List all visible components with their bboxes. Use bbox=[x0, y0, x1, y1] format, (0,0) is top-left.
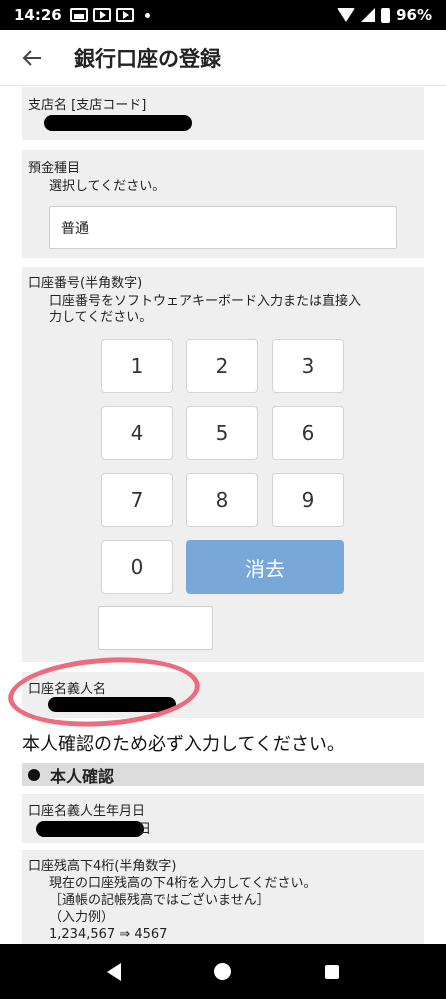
redacted-birthdate bbox=[36, 821, 144, 837]
balance-instruction-1: 現在の口座残高の下4桁を入力してください。 bbox=[49, 876, 317, 891]
youtube-notification-icon-2 bbox=[115, 8, 134, 22]
clear-button[interactable]: 消去 bbox=[186, 540, 344, 594]
status-time: 14:26 bbox=[14, 6, 62, 24]
key-5[interactable]: 5 bbox=[186, 406, 258, 460]
balance-instruction-4: 1,234,567 ⇒ 4567 bbox=[49, 927, 168, 942]
bullet-icon bbox=[28, 768, 40, 781]
battery-percent: 96% bbox=[396, 6, 432, 24]
key-6[interactable]: 6 bbox=[272, 406, 344, 460]
key-3[interactable]: 3 bbox=[272, 339, 344, 393]
branch-card: 支店名 [支店コード] bbox=[22, 87, 424, 140]
key-0[interactable]: 0 bbox=[101, 540, 173, 594]
balance-instruction-3: （入力例） bbox=[49, 910, 115, 925]
deposit-type-card: 預金種目 選択してください。 普通 bbox=[22, 150, 424, 258]
wifi-icon bbox=[337, 8, 356, 22]
account-number-label: 口座番号(半角数字) bbox=[28, 276, 143, 291]
account-number-instruction-1: 口座番号をソフトウェアキーボード入力または直接入 bbox=[49, 294, 362, 309]
birthdate-card: 口座名義人生年月日 日 bbox=[22, 794, 424, 843]
account-number-instruction-2: 力してください。 bbox=[49, 310, 153, 325]
signal-icon bbox=[361, 8, 376, 22]
account-number-input[interactable] bbox=[98, 606, 213, 650]
key-2[interactable]: 2 bbox=[186, 339, 258, 393]
nav-recents-icon[interactable] bbox=[325, 964, 340, 979]
battery-icon bbox=[381, 7, 391, 23]
highlight-annotation bbox=[5, 651, 203, 733]
more-notifications-icon bbox=[144, 12, 150, 18]
app-bar: 銀行口座の登録 bbox=[0, 30, 446, 86]
back-arrow-icon[interactable] bbox=[4, 30, 60, 86]
deposit-type-instruction: 選択してください。 bbox=[49, 179, 166, 194]
key-8[interactable]: 8 bbox=[186, 473, 258, 527]
deposit-type-select[interactable]: 普通 bbox=[49, 206, 397, 249]
youtube-notification-icon bbox=[92, 8, 111, 22]
balance-card: 口座残高下4桁(半角数字) 現在の口座残高の下4桁を入力してください。 ［通帳の… bbox=[22, 850, 424, 944]
status-bar: 14:26 96% bbox=[0, 0, 446, 30]
page-title: 銀行口座の登録 bbox=[74, 46, 221, 71]
gallery-notification-icon bbox=[69, 8, 88, 22]
nav-back-icon[interactable] bbox=[106, 962, 121, 981]
redacted-branch bbox=[44, 115, 192, 131]
key-4[interactable]: 4 bbox=[101, 406, 173, 460]
balance-instruction-2: ［通帳の記帳残高ではございません］ bbox=[49, 893, 270, 908]
balance-label: 口座残高下4桁(半角数字) bbox=[28, 859, 177, 874]
birthdate-label: 口座名義人生年月日 bbox=[28, 804, 146, 819]
deposit-type-label: 預金種目 bbox=[28, 161, 81, 176]
key-9[interactable]: 9 bbox=[272, 473, 344, 527]
system-nav-bar bbox=[0, 944, 446, 999]
form-content: 支店名 [支店コード] 預金種目 選択してください。 普通 口座番号(半角数字)… bbox=[0, 87, 446, 944]
identity-notice: 本人確認のため必ず入力してください。 bbox=[22, 734, 345, 755]
identity-section-header: 本人確認 bbox=[22, 763, 424, 786]
deposit-type-value: 普通 bbox=[61, 220, 89, 237]
identity-section-title: 本人確認 bbox=[50, 766, 115, 786]
branch-label: 支店名 [支店コード] bbox=[28, 98, 147, 113]
account-number-card: 口座番号(半角数字) 口座番号をソフトウェアキーボード入力または直接入 力してく… bbox=[22, 267, 424, 662]
birthdate-suffix: 日 bbox=[138, 822, 152, 837]
key-7[interactable]: 7 bbox=[101, 473, 173, 527]
key-1[interactable]: 1 bbox=[101, 339, 173, 393]
nav-home-icon[interactable] bbox=[214, 963, 232, 980]
